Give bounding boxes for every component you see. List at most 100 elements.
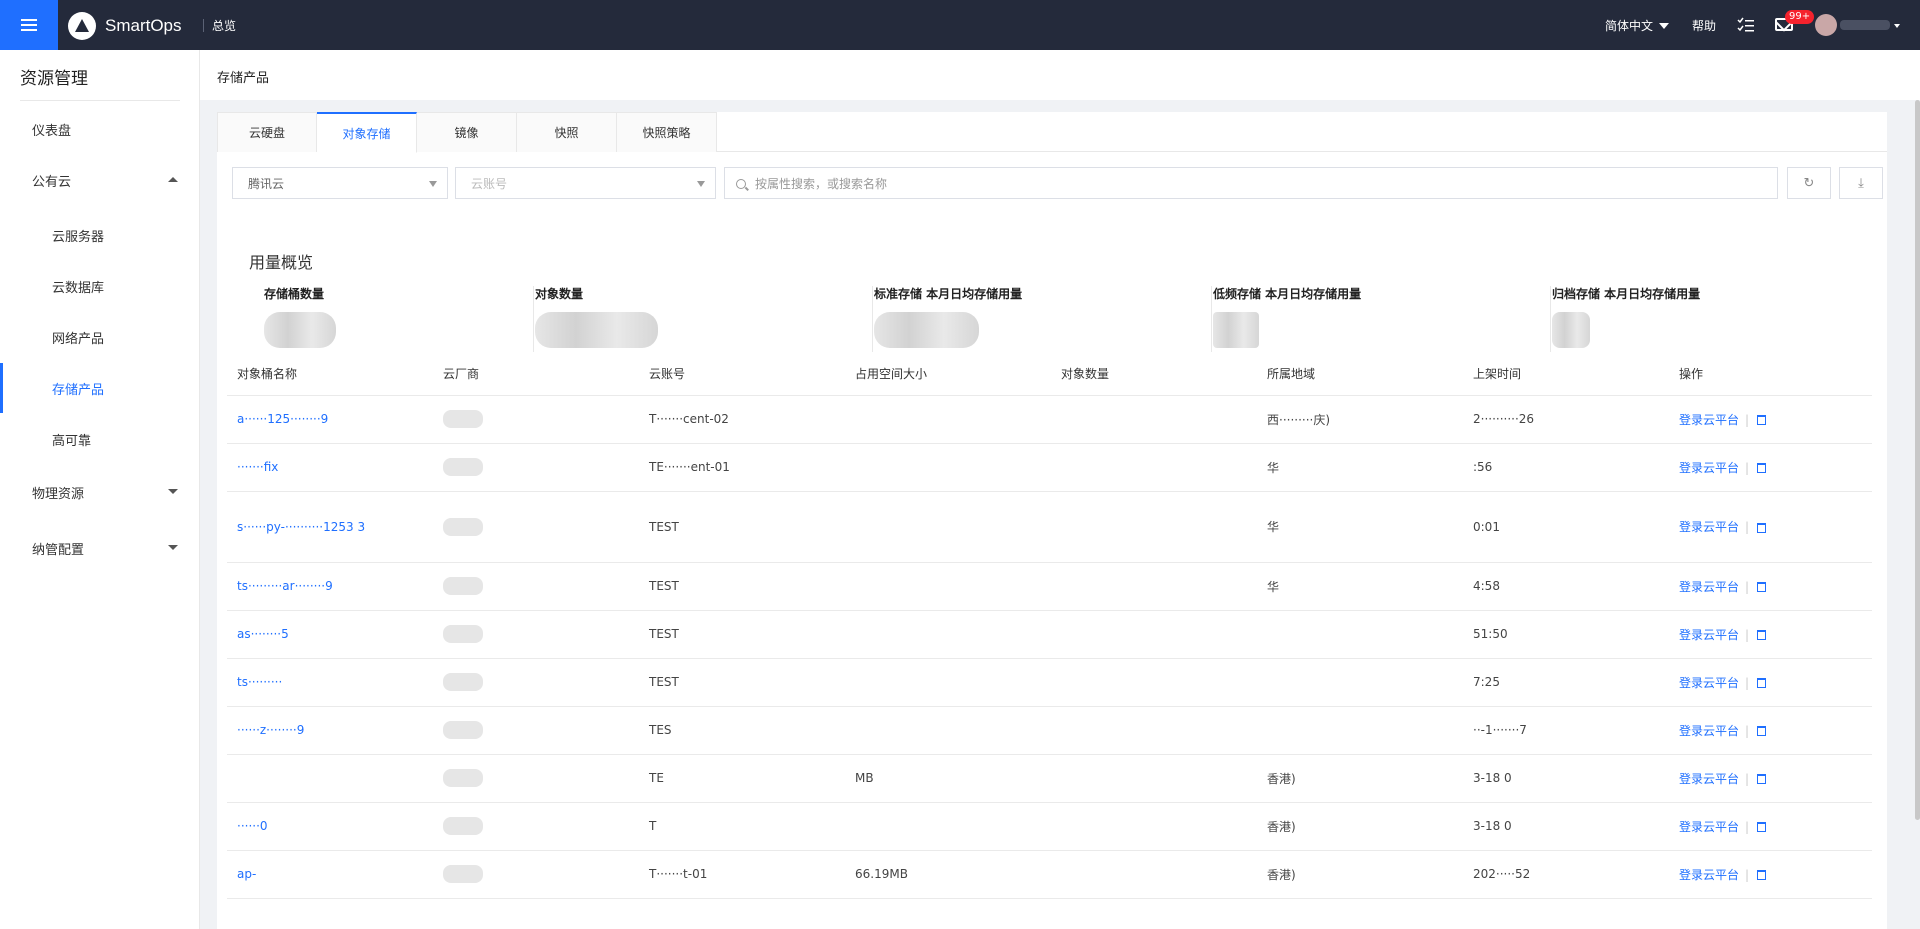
time-cell: 4:58 [1463,562,1669,611]
login-cloud-link[interactable]: 登录云平台 [1679,580,1739,594]
object-count-cell [1051,706,1257,755]
brand-logo[interactable]: SmartOps [68,12,182,40]
trash-icon[interactable] [1757,678,1767,688]
object-count-cell [1051,443,1257,492]
divider [872,286,873,352]
bucket-name-link[interactable]: ap- [227,850,433,899]
sidebar-item-cloud-database[interactable]: 云数据库 [0,268,200,304]
login-cloud-link[interactable]: 登录云平台 [1679,520,1739,534]
trash-icon[interactable] [1757,822,1767,832]
bucket-name-link[interactable]: ······z········9 [227,706,433,755]
login-cloud-link[interactable]: 登录云平台 [1679,868,1739,882]
column-header[interactable]: 上架时间 [1463,353,1669,396]
region-cell: 西·········庆) [1257,395,1463,444]
sidebar-item-label: 物理资源 [32,486,85,502]
table-row: ······z········9 TES ··-1·······7 登录云平台 | [227,706,1872,755]
column-header[interactable]: 云厂商 [433,353,639,396]
login-cloud-link[interactable]: 登录云平台 [1679,461,1739,475]
chevron-down-icon [168,489,178,494]
sidebar-item-high-availability[interactable]: 高可靠 [0,421,200,457]
sidebar-item-dashboard[interactable]: 仪表盘 [0,111,200,147]
sidebar-item-label: 仪表盘 [32,123,72,139]
stat-label: 归档存储 本月日均存储用量 [1552,287,1701,301]
sidebar-item-physical-resources[interactable]: 物理资源 [0,474,200,510]
column-header[interactable]: 占用空间大小 [845,353,1051,396]
login-cloud-link[interactable]: 登录云平台 [1679,413,1739,427]
trash-icon[interactable] [1757,870,1767,880]
bucket-name-link[interactable]: ts········· [227,658,433,707]
object-count-cell [1051,491,1257,563]
bucket-name-link[interactable]: ·······fix [227,443,433,492]
provider-select[interactable]: 腾讯云 [232,167,448,199]
login-cloud-link[interactable]: 登录云平台 [1679,628,1739,642]
divider: | [1745,412,1750,427]
download-button[interactable]: ⤓ [1839,167,1883,199]
sidebar-item-cloud-server[interactable]: 云服务器 [0,217,200,253]
tab-object-storage[interactable]: 对象存储 [317,112,417,153]
refresh-button[interactable]: ↻ [1787,167,1831,199]
sidebar: 资源管理 仪表盘 公有云 云服务器 云数据库 网络产品 存储产品 高可靠 物理资… [0,50,200,929]
sidebar-item-managed-config[interactable]: 纳管配置 [0,530,200,566]
size-cell [845,610,1051,659]
vendor-cell [433,802,639,851]
caret-down-icon[interactable] [1894,24,1900,28]
sidebar-item-public-cloud[interactable]: 公有云 [0,162,200,198]
bucket-name-link[interactable] [227,754,433,803]
trash-icon[interactable] [1757,630,1767,640]
overview-link[interactable]: 总览 [212,17,236,34]
column-header[interactable]: 云账号 [639,353,845,396]
stat-value [874,312,979,348]
size-cell: MB [845,754,1051,803]
account-cell: TEST [639,562,845,611]
trash-icon[interactable] [1757,522,1767,533]
account-select[interactable]: 云账号 [455,167,716,199]
top-bar: SmartOps 总览 简体中文 帮助 99+ [0,0,1920,50]
bucket-table: 对象桶名称 云厂商 云账号 占用空间大小 对象数量 所属地域 上架时间 操作 a… [227,353,1872,899]
task-list-icon[interactable] [1737,17,1755,33]
account-cell: TEST [639,491,845,563]
trash-icon[interactable] [1757,415,1767,425]
trash-icon[interactable] [1757,463,1767,473]
time-cell: 51:50 [1463,610,1669,659]
page-scrollbar[interactable] [1915,100,1920,820]
tab-snapshot[interactable]: 快照 [517,112,617,152]
username[interactable] [1840,20,1890,30]
bucket-name-link[interactable]: a······125········9 [227,395,433,444]
account-cell: TE [639,754,845,803]
login-cloud-link[interactable]: 登录云平台 [1679,676,1739,690]
tab-image[interactable]: 镜像 [417,112,517,152]
login-cloud-link[interactable]: 登录云平台 [1679,820,1739,834]
sidebar-item-network[interactable]: 网络产品 [0,319,200,355]
time-cell: 3-18 0 [1463,754,1669,803]
avatar[interactable] [1815,14,1837,36]
login-cloud-link[interactable]: 登录云平台 [1679,772,1739,786]
login-cloud-link[interactable]: 登录云平台 [1679,724,1739,738]
trash-icon[interactable] [1757,774,1767,784]
search-icon [736,179,746,189]
column-header[interactable]: 对象桶名称 [227,353,433,396]
help-link[interactable]: 帮助 [1692,17,1716,34]
bucket-name-link[interactable]: as········5 [227,610,433,659]
divider: | [1745,579,1750,594]
trash-icon[interactable] [1757,582,1767,592]
table-row: s······py-··········1253 3 TEST 华 0:01 登录云平台… [227,491,1872,563]
actions-cell: 登录云平台 | [1669,610,1872,659]
divider: | [1745,460,1750,475]
sidebar-item-storage[interactable]: 存储产品 [0,363,200,413]
language-selector[interactable]: 简体中文 [1605,17,1670,34]
tab-snapshot-policy[interactable]: 快照策略 [617,112,717,152]
time-cell: 0:01 [1463,491,1669,563]
menu-icon[interactable] [0,0,58,50]
column-header[interactable]: 所属地域 [1257,353,1463,396]
trash-icon[interactable] [1757,726,1767,736]
bucket-name-link[interactable]: ······0 [227,802,433,851]
stat-label: 标准存储 本月日均存储用量 [874,287,1023,301]
vendor-cell [433,395,639,444]
search-input[interactable]: 按属性搜索，或搜索名称 [724,167,1778,199]
column-header[interactable]: 对象数量 [1051,353,1257,396]
bucket-name-link[interactable]: s······py-··········1253 3 [227,491,433,563]
page-title: 存储产品 [217,71,270,86]
tab-cloud-disk[interactable]: 云硬盘 [217,112,317,152]
region-cell: 华 [1257,443,1463,492]
bucket-name-link[interactable]: ts·········ar········9 [227,562,433,611]
